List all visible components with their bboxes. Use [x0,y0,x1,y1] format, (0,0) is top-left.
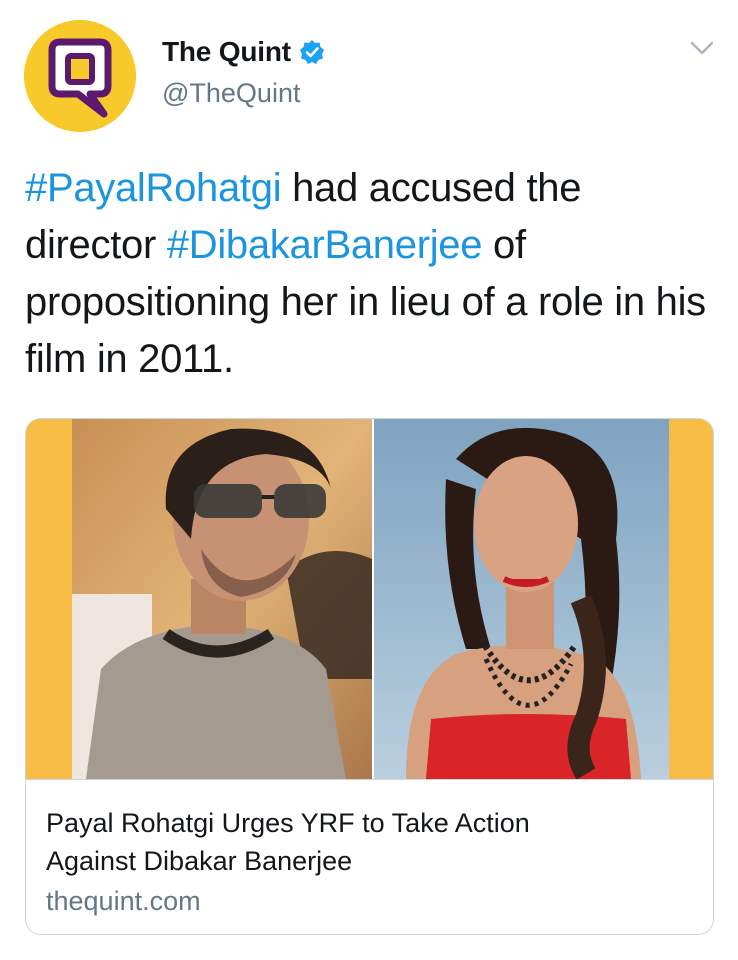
card-photo-collage [26,419,713,779]
hashtag-link[interactable]: #DibakarBanerjee [167,223,483,267]
tweet-text: #PayalRohatgi had accused the director #… [25,160,715,388]
avatar[interactable] [24,20,136,132]
display-name[interactable]: The Quint [162,36,291,68]
hashtag-link[interactable]: #PayalRohatgi [25,166,282,210]
card-domain: thequint.com [46,886,201,916]
verified-badge-icon [299,40,324,64]
the-quint-logo-icon [24,20,136,132]
tweet[interactable]: The Quint @TheQuint #PayalRohatgi had ac… [0,0,738,960]
chevron-down-icon[interactable] [688,38,716,58]
card-body[interactable]: Payal Rohatgi Urges YRF to Take Action A… [26,779,713,934]
handle[interactable]: @TheQuint [162,78,325,109]
card-image[interactable] [26,419,713,779]
account-names[interactable]: The Quint @TheQuint [162,36,325,109]
link-card[interactable]: Payal Rohatgi Urges YRF to Take Action A… [25,418,714,935]
card-title[interactable]: Payal Rohatgi Urges YRF to Take Action A… [46,804,606,880]
